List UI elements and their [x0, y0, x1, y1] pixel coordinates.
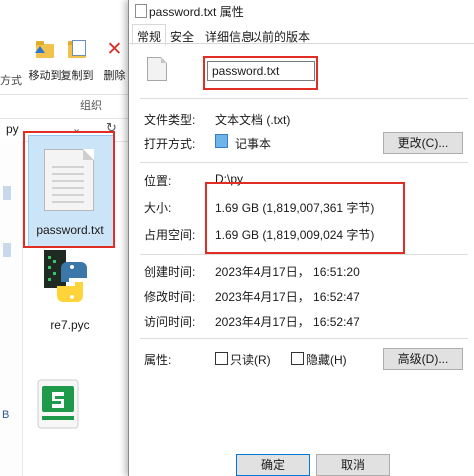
advanced-button[interactable]: 高级(D)...	[383, 348, 463, 370]
hidden-checkbox[interactable]	[291, 352, 304, 365]
ok-button[interactable]: 确定	[236, 454, 310, 476]
highlight-box-size	[205, 182, 405, 254]
ribbon-partial-label: 方式	[0, 75, 22, 87]
move-to-label: 移动到	[28, 70, 62, 82]
file-type-value: 文本文档 (.txt)	[215, 113, 291, 127]
copy-to-icon	[66, 40, 88, 62]
modified-value: 2023年4月17日， 16:52:47	[215, 290, 360, 304]
file-type-label: 文件类型:	[144, 113, 196, 127]
file-name-label: re7.pyc	[50, 318, 90, 332]
readonly-checkbox[interactable]	[215, 352, 228, 365]
address-text: py	[6, 122, 19, 136]
move-to-icon	[34, 40, 56, 62]
tab-divider	[129, 43, 474, 44]
change-button[interactable]: 更改(C)...	[383, 132, 463, 154]
document-icon	[135, 4, 147, 18]
accessed-label: 访问时间:	[144, 315, 196, 329]
dialog-title: password.txt 属性	[149, 5, 244, 19]
divider	[140, 338, 468, 339]
python-file-icon[interactable]	[42, 248, 96, 314]
delete-icon: ✕	[106, 40, 123, 60]
nav-item-marker[interactable]	[3, 243, 11, 257]
cancel-button[interactable]: 取消	[316, 454, 390, 476]
divider	[140, 98, 468, 99]
open-with-value: 记事本	[235, 137, 272, 151]
tab-security[interactable]: 安全	[170, 28, 194, 44]
location-label: 位置:	[144, 174, 172, 188]
modified-label: 修改时间:	[144, 290, 196, 304]
notepad-icon	[215, 134, 228, 148]
delete-button[interactable]: ✕ 删除	[99, 40, 130, 83]
nav-item-marker[interactable]	[3, 186, 11, 200]
size-label: 大小:	[144, 201, 172, 215]
ribbon-group-label: 组织	[80, 100, 102, 112]
delete-label: 删除	[103, 70, 126, 82]
open-with-label: 打开方式:	[144, 137, 196, 151]
green-app-icon[interactable]	[30, 376, 86, 432]
tab-general-label: 常规	[137, 30, 162, 44]
readonly-label: 只读(R)	[230, 353, 271, 367]
copy-to-label: 复制到	[60, 70, 94, 82]
text-file-icon	[147, 57, 167, 81]
copy-to-button[interactable]: 复制到	[58, 40, 96, 83]
divider	[140, 254, 468, 255]
highlight-box-file	[23, 131, 115, 248]
divider	[140, 162, 468, 163]
accessed-value: 2023年4月17日， 16:52:47	[215, 315, 360, 329]
created-label: 创建时间:	[144, 265, 196, 279]
highlight-box-name	[203, 56, 318, 90]
nav-partial-text: B	[2, 409, 10, 421]
disk-size-label: 占用空间:	[144, 228, 196, 242]
attributes-label: 属性:	[144, 353, 172, 367]
tab-previous-versions[interactable]: 以前的版本	[250, 28, 310, 44]
created-value: 2023年4月17日， 16:51:20	[215, 265, 360, 279]
hidden-label: 隐藏(H)	[306, 353, 347, 367]
tab-details[interactable]: 详细信息	[205, 28, 253, 44]
